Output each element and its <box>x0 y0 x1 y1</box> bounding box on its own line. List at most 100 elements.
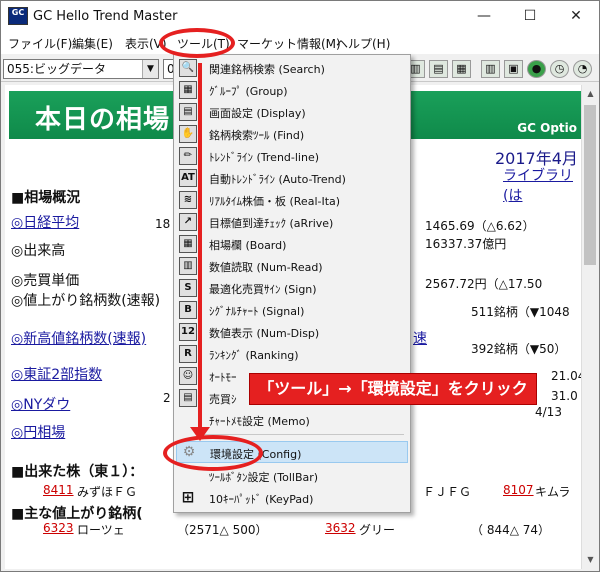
section-market-overview: ■相場概況 <box>11 190 81 206</box>
menu-item-label: 売買ｼ <box>209 393 237 406</box>
signal-icon: B <box>179 301 197 319</box>
stock-change-gree: （ 844△ 74） <box>471 523 551 537</box>
nikkei-link[interactable]: ◎日経平均 <box>11 215 79 231</box>
menu-item-display[interactable]: ▤ 画面設定 (Display) <box>176 101 408 123</box>
menu-item-search[interactable]: 🔍 関連銘柄検索 (Search) <box>176 57 408 79</box>
menu-item-trend-line[interactable]: ✏ ﾄﾚﾝﾄﾞﾗｲﾝ (Trend-line) <box>176 145 408 167</box>
scroll-thumb[interactable] <box>584 105 596 265</box>
group-icon: ▦ <box>179 81 197 99</box>
menu-item-label: 10ｷｰﾊﾟｯﾄﾞ (KeyPad) <box>209 493 314 506</box>
toolbar-bars-icon[interactable]: ▦ <box>452 60 471 78</box>
menu-item-memo[interactable]: ﾁｬｰﾄﾒﾓ設定 (Memo) <box>176 409 408 431</box>
menu-item-sign[interactable]: S 最適化売買ｻｲﾝ (Sign) <box>176 277 408 299</box>
annotation-arrow-head <box>190 427 210 441</box>
section-top-gainers: ■主な値上がり銘柄( <box>11 506 143 522</box>
instruction-callout: 「ツール」→「環境設定」をクリック <box>249 373 537 405</box>
volume-label: ◎出来高 <box>11 243 66 259</box>
menu-help[interactable]: ヘルプ(H) <box>336 35 390 52</box>
toolbar-timer-icon[interactable]: ◔ <box>573 60 592 78</box>
toolbar-frame-icon[interactable]: ▣ <box>504 60 523 78</box>
menu-item-board[interactable]: ▦ 相場欄 (Board) <box>176 233 408 255</box>
ranking-icon: R <box>179 345 197 363</box>
menu-item-label: ｵｰﾄﾓｰ <box>209 371 237 384</box>
realtime-icon: ≋ <box>179 191 197 209</box>
menu-item-label: ﾁｬｰﾄﾒﾓ設定 (Memo) <box>209 415 310 428</box>
ny-dow-link[interactable]: ◎NYダウ <box>11 397 70 413</box>
menu-item-label: 最適化売買ｻｲﾝ (Sign) <box>209 283 317 296</box>
menu-item-find[interactable]: ✋ 銘柄検索ﾂｰﾙ (Find) <box>176 123 408 145</box>
new-highs-value: 392銘柄（▼50） <box>471 342 567 356</box>
stock-combo[interactable]: 055:ビッグデータ ▼ <box>3 59 159 79</box>
auto-trend-icon: AT <box>179 169 197 187</box>
toolbar-clock-icon[interactable]: ◷ <box>550 60 569 78</box>
highlight-oval-tools <box>159 28 235 58</box>
menu-bar: ファイル(F) 編集(E) 表示(V) ツール(T) マーケット情報(M) ヘル… <box>1 32 599 54</box>
minimize-button[interactable]: — <box>461 1 507 32</box>
target-arrow-icon: ↗ <box>179 213 197 231</box>
trend-line-icon: ✏ <box>179 147 197 165</box>
tse2-index-link[interactable]: ◎東証2部指数 <box>11 367 102 383</box>
toolbar-globe-icon[interactable]: ● <box>527 60 546 78</box>
toolbar-book-icon[interactable]: ▤ <box>429 60 448 78</box>
menu-item-label: 自動ﾄﾚﾝﾄﾞﾗｲﾝ (Auto-Trend) <box>209 173 346 186</box>
menu-item-num-disp[interactable]: 12 数値表示 (Num-Disp) <box>176 321 408 343</box>
yen-link[interactable]: ◎円相場 <box>11 425 65 441</box>
nikkei-mid: 18 <box>155 217 171 231</box>
trade-icon: ▤ <box>179 389 197 407</box>
menu-item-label: ﾘｱﾙﾀｲﾑ株価・板 (Real-Ita) <box>209 195 341 208</box>
menu-item-label: ﾂｰﾙﾎﾞﾀﾝ設定 (TollBar) <box>209 471 319 484</box>
hand-icon: ✋ <box>179 125 197 143</box>
nikkei-value: 1465.69（△6.62） <box>425 219 535 233</box>
stock-name-mizuho: みずほＦＧ <box>77 485 138 499</box>
close-button[interactable]: ✕ <box>553 1 599 32</box>
board-icon: ▦ <box>179 235 197 253</box>
advancers-label: ◎値上がり銘柄数(速報) <box>11 293 161 309</box>
app-logo-icon: GC <box>8 7 28 25</box>
unit-price-value: 2567.72円（△17.50 <box>425 277 543 291</box>
library-link[interactable]: ライブラリ(は <box>503 165 581 205</box>
maximize-button[interactable]: ☐ <box>507 1 553 32</box>
yen-value: 4/13 <box>535 405 562 419</box>
search-icon: 🔍 <box>179 59 197 77</box>
scroll-down-icon[interactable]: ▼ <box>582 551 599 568</box>
menu-file[interactable]: ファイル(F) <box>8 35 72 52</box>
menu-item-ranking[interactable]: R ﾗﾝｷﾝｸﾞ (Ranking) <box>176 343 408 365</box>
new-highs-extra-link[interactable]: 速 <box>413 331 427 347</box>
toolbar-histogram-icon[interactable]: ▥ <box>481 60 500 78</box>
num-read-icon: ▥ <box>179 257 197 275</box>
menu-item-auto-trend[interactable]: AT 自動ﾄﾚﾝﾄﾞﾗｲﾝ (Auto-Trend) <box>176 167 408 189</box>
display-icon: ▤ <box>179 103 197 121</box>
sign-icon: S <box>179 279 197 297</box>
menu-edit[interactable]: 編集(E) <box>72 35 113 52</box>
menu-item-label: 目標値到達ﾁｪｯｸ (aRrive) <box>209 217 334 230</box>
menu-separator <box>204 434 404 435</box>
menu-market-info[interactable]: マーケット情報(M) <box>237 35 341 52</box>
stock-link-6323[interactable]: 6323 <box>43 521 77 535</box>
section-active-stocks: ■出来た株（東１）： <box>11 464 144 480</box>
stock-change-rorze: （2571△ 500） <box>177 523 268 537</box>
menu-item-group[interactable]: ▦ ｸﾞﾙｰﾌﾟ (Group) <box>176 79 408 101</box>
num-disp-icon: 12 <box>179 323 197 341</box>
volume-value: 16337.37億円 <box>425 237 507 251</box>
banner-title: 本日の相場 <box>35 105 171 135</box>
new-highs-link[interactable]: ◎新高値銘柄数(速報) <box>11 331 171 347</box>
stock-link-8107[interactable]: 8107 <box>503 483 537 497</box>
menu-item-label: 相場欄 (Board) <box>209 239 287 252</box>
menu-item-label: 数値読取 (Num-Read) <box>209 261 323 274</box>
advancers-value: 511銘柄（▼1048 <box>471 305 570 319</box>
menu-item-label: ﾄﾚﾝﾄﾞﾗｲﾝ (Trend-line) <box>209 151 320 164</box>
scroll-up-icon[interactable]: ▲ <box>582 85 599 102</box>
menu-item-arrive[interactable]: ↗ 目標値到達ﾁｪｯｸ (aRrive) <box>176 211 408 233</box>
menu-item-real-ita[interactable]: ≋ ﾘｱﾙﾀｲﾑ株価・板 (Real-Ita) <box>176 189 408 211</box>
menu-item-signal[interactable]: B ｼｸﾞﾅﾙﾁｬｰﾄ (Signal) <box>176 299 408 321</box>
banner-subtitle: GC Optio <box>517 121 577 135</box>
stock-link-3632[interactable]: 3632 <box>325 521 359 535</box>
unit-price-label: ◎売買単価 <box>11 273 80 289</box>
title-bar: GC GC Hello Trend Master — ☐ ✕ <box>1 1 599 32</box>
menu-item-num-read[interactable]: ▥ 数値読取 (Num-Read) <box>176 255 408 277</box>
smiley-icon: ☺ <box>179 367 197 385</box>
chevron-down-icon[interactable]: ▼ <box>142 60 158 78</box>
menu-item-keypad[interactable]: ⊞ 10ｷｰﾊﾟｯﾄﾞ (KeyPad) <box>176 487 408 509</box>
menu-item-label: 画面設定 (Display) <box>209 107 306 120</box>
vertical-scrollbar[interactable]: ▲ ▼ <box>581 85 598 569</box>
